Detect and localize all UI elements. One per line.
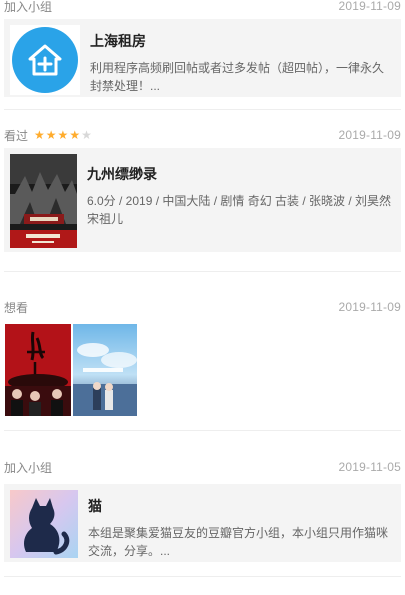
star-filled-icon: ★ [45, 128, 57, 142]
group-thumbnail [10, 25, 80, 95]
wish-posters [4, 324, 401, 416]
movie-card[interactable]: 九州缥缈录 6.0分 / 2019 / 中国大陆 / 剧情 奇幻 古装 / 张晓… [4, 148, 401, 252]
group-card[interactable]: 猫 本组是聚集爱猫豆友的豆瓣官方小组，本小组只用作猫咪交流，分享。... [4, 484, 401, 562]
poster-anime-sky[interactable] [73, 324, 137, 416]
feed-entry-join-group-cat: 加入小组 2019-11-05 猫 本组是聚集爱猫豆友的豆瓣官方小组，本小组只用… [0, 456, 405, 595]
cat-silhouette-icon [10, 490, 78, 558]
divider [4, 271, 401, 272]
entry-header: 加入小组 2019-11-05 [4, 456, 401, 478]
entry-date: 2019-11-09 [338, 128, 401, 142]
entry-header: 想看 2019-11-09 [4, 296, 401, 318]
entry-action: 加入小组 [4, 460, 53, 475]
movie-title[interactable]: 九州缥缈录 [87, 164, 395, 184]
house-plus-icon [12, 27, 78, 93]
star-filled-icon: ★ [69, 128, 81, 142]
activity-feed: 加入小组 2019-11-09 上海租房 利用程序高频刷回帖或者过多发帖（超四帖… [0, 0, 405, 595]
entry-action: 加入小组 [4, 0, 53, 14]
group-title[interactable]: 猫 [88, 496, 395, 516]
divider [4, 576, 401, 577]
entry-action: 看过 [4, 128, 29, 143]
group-description: 利用程序高频刷回帖或者过多发帖（超四帖），一律永久封禁处理！... [90, 61, 385, 93]
entry-action: 想看 [4, 300, 29, 315]
entry-header: 看过 ★ ★ ★ ★ ★ 2019-11-09 [4, 124, 401, 146]
group-info: 上海租房 利用程序高频刷回帖或者过多发帖（超四帖），一律永久封禁处理！... [90, 25, 395, 93]
group-description: 本组是聚集爱猫豆友的豆瓣官方小组，本小组只用作猫咪交流，分享。... [88, 526, 389, 558]
feed-entry-watched-movie: 看过 ★ ★ ★ ★ ★ 2019-11-09 九州缥缈录 6.0分 / 201… [0, 124, 405, 282]
star-empty-icon: ★ [81, 128, 92, 142]
divider [4, 109, 401, 110]
star-filled-icon: ★ [34, 128, 45, 142]
entry-date: 2019-11-05 [338, 460, 401, 474]
movie-meta: 6.0分 / 2019 / 中国大陆 / 剧情 奇幻 古装 / 张晓波 / 刘昊… [87, 194, 392, 226]
rating-stars: ★ ★ ★ ★ ★ [34, 129, 93, 141]
movie-poster[interactable] [10, 154, 77, 248]
star-filled-icon: ★ [57, 128, 69, 142]
group-info: 猫 本组是聚集爱猫豆友的豆瓣官方小组，本小组只用作猫咪交流，分享。... [88, 490, 395, 558]
entry-date: 2019-11-09 [338, 0, 401, 13]
poster-red-drama[interactable] [5, 324, 71, 416]
entry-date: 2019-11-09 [338, 300, 401, 314]
feed-entry-want-to-watch: 想看 2019-11-09 [0, 296, 405, 444]
divider [4, 430, 401, 431]
feed-entry-join-group-shanghai: 加入小组 2019-11-09 上海租房 利用程序高频刷回帖或者过多发帖（超四帖… [0, 0, 405, 112]
group-card[interactable]: 上海租房 利用程序高频刷回帖或者过多发帖（超四帖），一律永久封禁处理！... [4, 19, 401, 97]
movie-info: 九州缥缈录 6.0分 / 2019 / 中国大陆 / 剧情 奇幻 古装 / 张晓… [87, 154, 395, 246]
entry-header: 加入小组 2019-11-09 [4, 0, 401, 17]
group-title[interactable]: 上海租房 [90, 31, 395, 51]
